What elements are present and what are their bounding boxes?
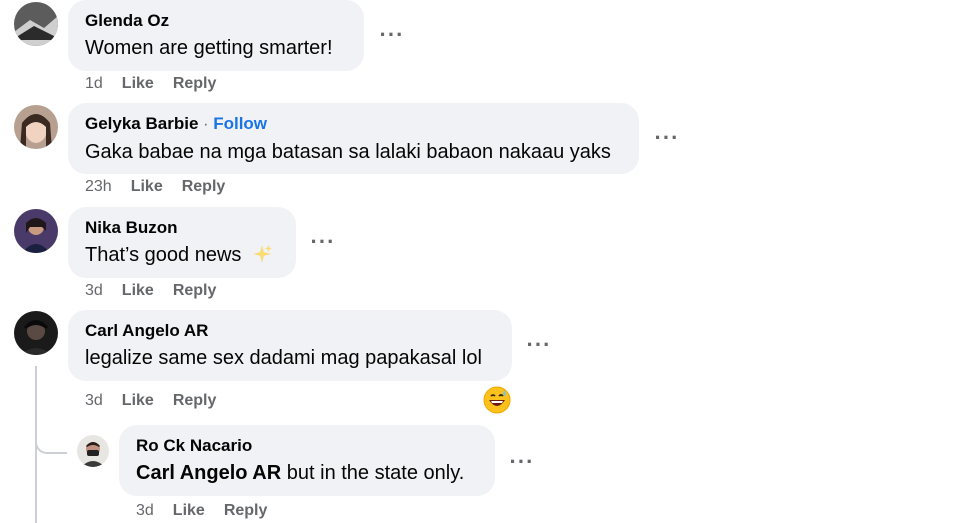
like-button[interactable]: Like [131,178,163,195]
comment-timestamp[interactable]: 23h [85,178,112,195]
avatar[interactable] [14,209,58,253]
comment-author[interactable]: Nika Buzon [85,218,279,238]
comment-timestamp[interactable]: 3d [85,282,103,299]
comment-text-row: That’s good news [85,242,279,268]
reply-button[interactable]: Reply [173,282,217,299]
comment-author[interactable]: Carl Angelo AR [85,321,495,341]
follow-button[interactable]: Follow [213,114,267,133]
more-dots-icon[interactable]: ··· [509,451,535,473]
like-button[interactable]: Like [122,75,154,92]
comment-author[interactable]: Glenda Oz [85,11,347,31]
comment-text: Gaka babae na mga batasan sa lalaki baba… [85,141,611,163]
reply-actions: 3d Like Reply [136,502,286,520]
comment-actions: 3d Like Reply [85,392,235,410]
reply-button[interactable]: Reply [182,178,226,195]
comment-timestamp[interactable]: 3d [85,392,103,409]
more-dots-icon[interactable]: ··· [526,334,552,356]
reply-bubble: Ro Ck Nacario Carl Angelo AR but in the … [119,425,495,496]
separator: · [203,116,209,133]
comment-actions: 23h Like Reply [85,178,244,196]
comment-text: That’s good news [85,244,242,266]
avatar[interactable] [14,105,58,149]
comment-actions: 3d Like Reply [85,282,235,300]
more-dots-icon[interactable]: ··· [654,127,680,149]
reply-text: but in the state only. [281,462,465,484]
more-dots-icon[interactable]: ··· [310,231,336,253]
like-button[interactable]: Like [122,392,154,409]
reply-text-row: Carl Angelo AR but in the state only. [136,460,478,486]
grinning-sweat-emoji[interactable] [483,386,511,419]
comment-timestamp[interactable]: 1d [85,75,103,92]
comment-actions: 1d Like Reply [85,75,235,93]
sparkles-emoji [252,244,273,264]
comment-text: legalize same sex dadami mag papakasal l… [85,347,482,369]
comment-header: Gelyka Barbie · Follow [85,114,622,135]
like-button[interactable]: Like [173,502,205,519]
reply-button[interactable]: Reply [173,75,217,92]
comment-text: Women are getting smarter! [85,37,333,59]
avatar[interactable] [14,311,58,355]
comment-bubble: Gelyka Barbie · Follow Gaka babae na mga… [68,103,639,174]
comment-bubble: Glenda Oz Women are getting smarter! [68,0,364,71]
like-button[interactable]: Like [122,282,154,299]
more-dots-icon[interactable]: ··· [379,24,405,46]
reply-button[interactable]: Reply [224,502,268,519]
avatar[interactable] [77,435,109,467]
comment-bubble: Nika Buzon That’s good news [68,207,296,278]
reply-button[interactable]: Reply [173,392,217,409]
avatar[interactable] [14,2,58,46]
comment-bubble: Carl Angelo AR legalize same sex dadami … [68,310,512,381]
thread-connector [35,440,67,454]
reply-author[interactable]: Ro Ck Nacario [136,436,478,456]
mention-link[interactable]: Carl Angelo AR [136,462,281,484]
reply-timestamp[interactable]: 3d [136,502,154,519]
comment-author[interactable]: Gelyka Barbie [85,114,198,133]
